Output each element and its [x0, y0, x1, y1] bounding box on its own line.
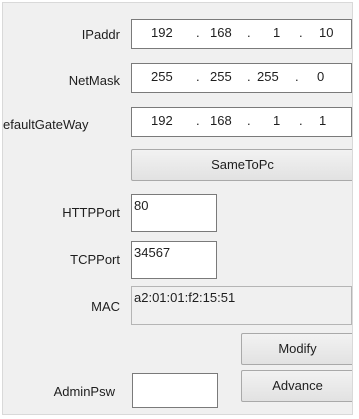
- default-gateway-label: efaultGateWay: [3, 117, 89, 132]
- default-gateway-field[interactable]: 192 . 168 . 1 . 1: [131, 107, 352, 137]
- ipaddr-octet-3[interactable]: 1: [273, 25, 280, 41]
- advance-button[interactable]: Advance: [241, 370, 352, 402]
- netmask-octet-4[interactable]: 0: [317, 69, 324, 85]
- gateway-octet-4[interactable]: 1: [319, 113, 326, 129]
- ip-dot: .: [299, 113, 303, 128]
- ipaddr-field[interactable]: 192 . 168 . 1 . 10: [131, 19, 352, 49]
- modify-button[interactable]: Modify: [241, 333, 352, 365]
- admin-password-label: AdminPsw: [53, 384, 115, 399]
- netmask-octet-3[interactable]: 255: [257, 69, 279, 85]
- tcp-port-label: TCPPort: [70, 252, 120, 267]
- netmask-field[interactable]: 255 . 255 . 255 . 0: [131, 63, 352, 93]
- tcp-port-input[interactable]: 34567: [131, 241, 217, 279]
- ipaddr-octet-1[interactable]: 192: [151, 25, 173, 41]
- ip-dot: .: [196, 25, 200, 40]
- ip-dot: .: [196, 69, 200, 84]
- gateway-octet-1[interactable]: 192: [151, 113, 173, 129]
- admin-password-input[interactable]: [132, 373, 218, 408]
- ip-dot: .: [299, 25, 303, 40]
- http-port-label: HTTPPort: [62, 205, 120, 220]
- ipaddr-label: IPaddr: [81, 27, 120, 42]
- ip-dot: .: [247, 25, 251, 40]
- netmask-label: NetMask: [68, 73, 120, 88]
- ip-dot: .: [247, 113, 251, 128]
- mac-field: a2:01:01:f2:15:51: [131, 286, 352, 325]
- same-to-pc-button[interactable]: SameToPc: [131, 149, 352, 181]
- ip-dot: .: [196, 113, 200, 128]
- gateway-octet-3[interactable]: 1: [273, 113, 280, 129]
- ip-dot: .: [247, 69, 251, 84]
- netmask-octet-1[interactable]: 255: [151, 69, 173, 85]
- netmask-octet-2[interactable]: 255: [210, 69, 232, 85]
- network-settings-panel: IPaddr 192 . 168 . 1 . 10 NetMask 255 . …: [2, 2, 353, 415]
- gateway-octet-2[interactable]: 168: [210, 113, 232, 129]
- ipaddr-octet-2[interactable]: 168: [210, 25, 232, 41]
- ip-dot: .: [295, 69, 299, 84]
- http-port-input[interactable]: 80: [131, 194, 217, 232]
- mac-label: MAC: [91, 299, 120, 314]
- ipaddr-octet-4[interactable]: 10: [319, 25, 333, 41]
